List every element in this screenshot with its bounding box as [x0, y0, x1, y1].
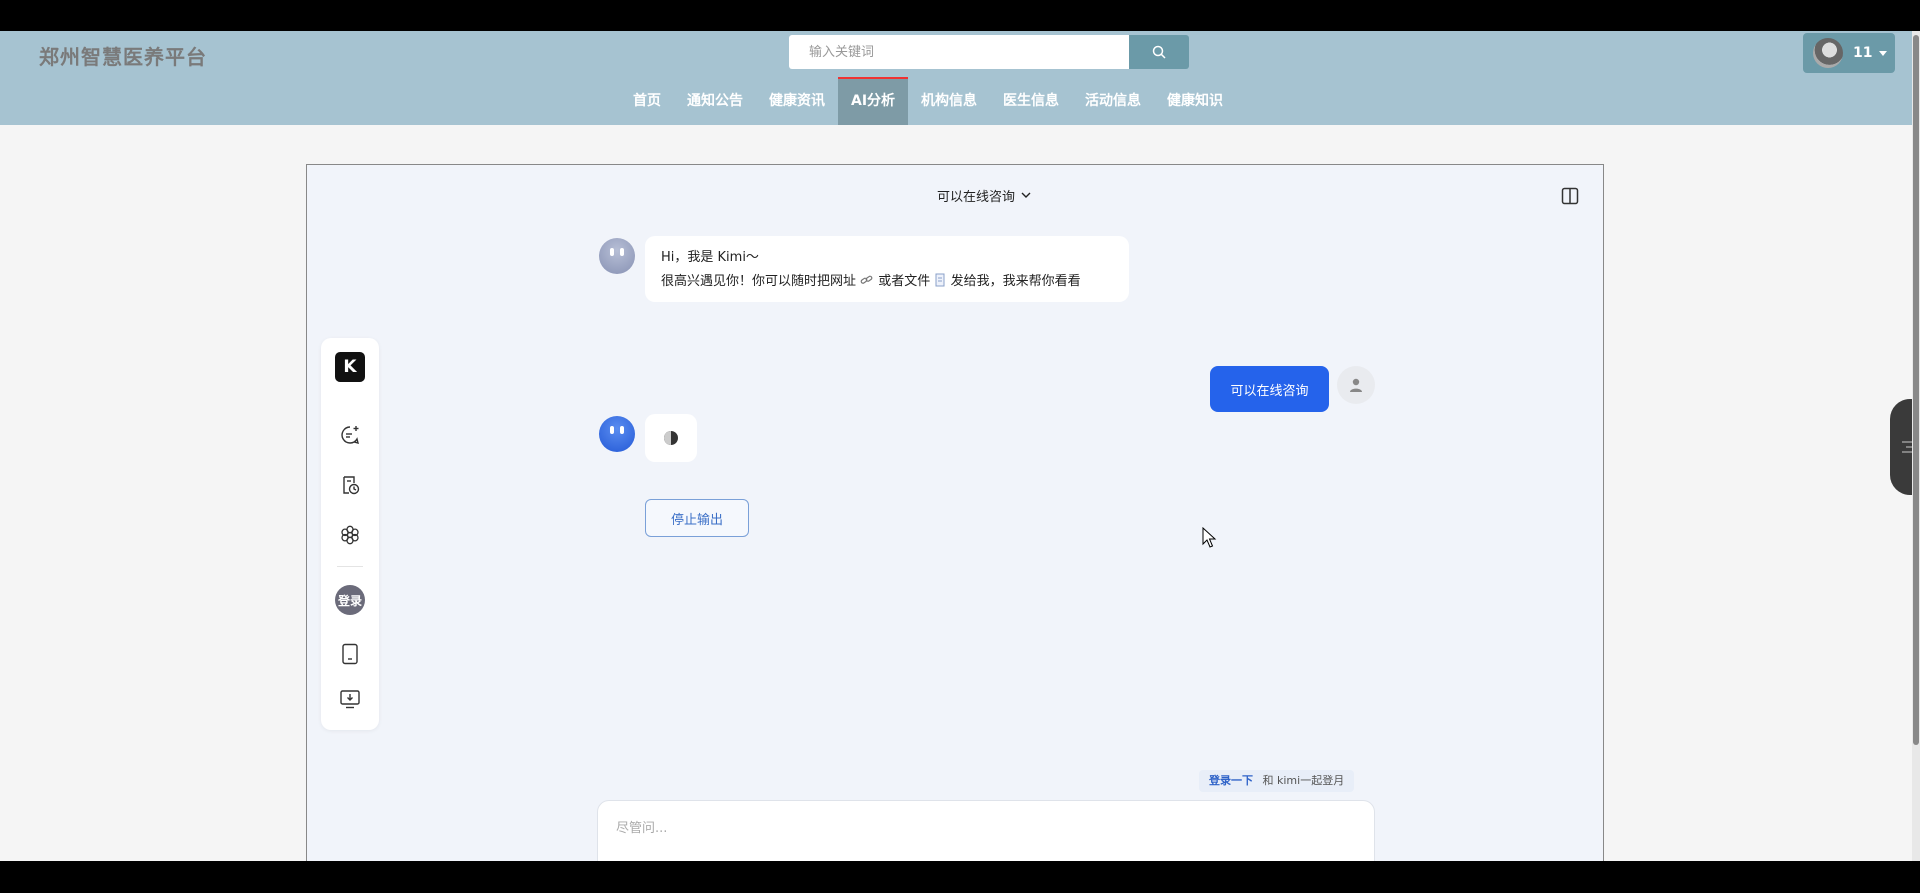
kimi-avatar [599, 238, 635, 274]
phone-icon [342, 643, 358, 665]
kimi-logo[interactable]: K [335, 352, 365, 382]
user-message: 可以在线咨询 [1210, 366, 1329, 412]
avatar-eye [610, 248, 614, 256]
chat-title: 可以在线咨询 [937, 190, 1016, 205]
loading-spinner-icon [664, 431, 678, 445]
bot-loading-message [645, 414, 697, 462]
avatar-eye [620, 248, 624, 256]
nav-item-health-news[interactable]: 健康资讯 [756, 77, 838, 125]
nav-item-activities[interactable]: 活动信息 [1072, 77, 1154, 125]
avatar [1813, 38, 1843, 68]
user-menu[interactable]: 11 [1803, 33, 1895, 73]
login-tip: 登录一下 和 kimi一起登月 [1199, 770, 1355, 792]
chat-input[interactable] [614, 815, 1358, 859]
chevron-down-icon [1879, 50, 1888, 56]
toggle-panel-button[interactable] [1561, 187, 1579, 209]
user-name: 11 [1853, 45, 1873, 61]
kimi-sidebar: K 登录 [321, 338, 379, 730]
stop-output-button[interactable]: 停止输出 [645, 499, 749, 537]
nav-item-institutions[interactable]: 机构信息 [908, 77, 990, 125]
nav-item-health-knowledge[interactable]: 健康知识 [1154, 77, 1236, 125]
greeting-line-2: 很高兴遇见你！你可以随时把网址 或者文件 发给我，我来帮你看看 [661, 273, 1081, 289]
search-bar [789, 35, 1189, 69]
search-button[interactable] [1129, 35, 1189, 69]
user-icon [1350, 378, 1362, 392]
main-nav: 首页 通知公告 健康资讯 AI分析 机构信息 医生信息 活动信息 健康知识 [620, 77, 1236, 125]
sidebar-login-button[interactable]: 登录 [335, 585, 365, 615]
history-icon [343, 476, 360, 495]
avatar-eye [620, 426, 624, 434]
ai-chat-frame: 可以在线咨询 K 登录 Hi，我是 Kimi～ 很高兴遇见你！你可以随时把网址 … [306, 164, 1604, 861]
flower-icon [341, 525, 359, 545]
scrollbar-thumb[interactable] [1913, 35, 1919, 745]
link-icon [860, 275, 873, 284]
chat-title-dropdown[interactable]: 可以在线咨询 [937, 186, 1031, 205]
user-chat-avatar [1337, 366, 1375, 404]
nav-item-notices[interactable]: 通知公告 [674, 77, 756, 125]
browser-viewport: 郑州智慧医养平台 首页 通知公告 健康资讯 AI分析 机构信息 医生信息 活动信… [0, 31, 1920, 861]
desktop-download-button[interactable] [335, 684, 365, 714]
split-panel-icon [1561, 187, 1579, 205]
mouse-cursor-icon [1202, 527, 1217, 548]
nav-item-home[interactable]: 首页 [620, 77, 674, 125]
site-header: 郑州智慧医养平台 首页 通知公告 健康资讯 AI分析 机构信息 医生信息 活动信… [0, 31, 1920, 125]
site-brand[interactable]: 郑州智慧医养平台 [39, 41, 207, 70]
avatar-eye [610, 426, 614, 434]
new-chat-button[interactable] [335, 420, 365, 450]
file-icon [935, 273, 945, 287]
sidebar-divider [337, 566, 363, 567]
greeting-line-1: Hi，我是 Kimi～ [661, 250, 759, 265]
chat-input-box [597, 800, 1375, 861]
login-tip-text: 和 kimi一起登月 [1262, 774, 1345, 787]
search-input[interactable] [789, 35, 1129, 69]
kimi-avatar [599, 416, 635, 452]
mobile-app-button[interactable] [335, 639, 365, 669]
nav-item-ai-analysis[interactable]: AI分析 [838, 77, 909, 125]
chevron-down-icon [1021, 192, 1031, 198]
login-tip-link[interactable]: 登录一下 [1209, 774, 1253, 787]
search-icon [1152, 45, 1166, 59]
desktop-download-icon [340, 690, 360, 709]
page-scrollbar[interactable] [1912, 31, 1920, 861]
new-chat-icon [341, 426, 359, 444]
explore-button[interactable] [335, 520, 365, 550]
history-button[interactable] [335, 470, 365, 500]
bot-greeting-message: Hi，我是 Kimi～ 很高兴遇见你！你可以随时把网址 或者文件 发给我，我来帮… [645, 236, 1129, 302]
nav-item-doctors[interactable]: 医生信息 [990, 77, 1072, 125]
